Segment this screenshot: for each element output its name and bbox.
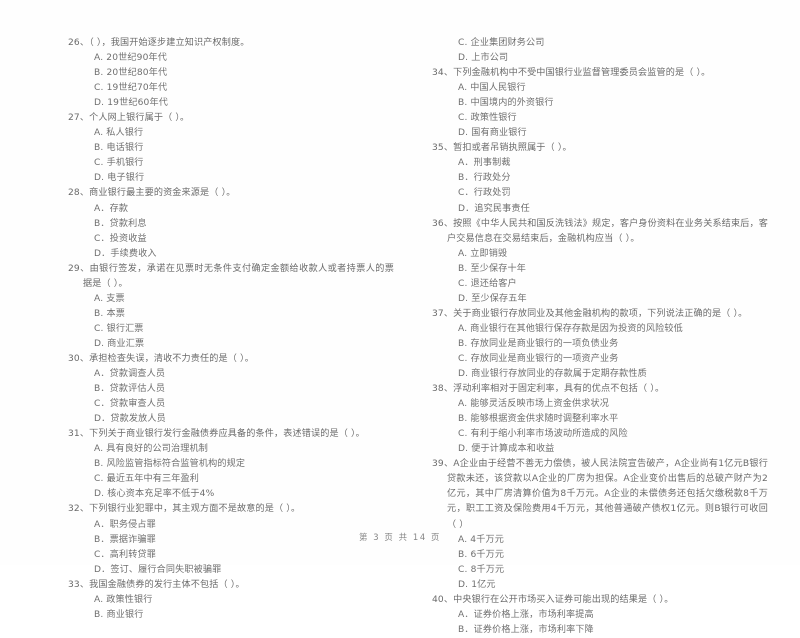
right-column: C. 企业集团财务公司 D. 上市公司 34、下列金融机构中不受中国银行业监督管… bbox=[400, 36, 800, 635]
question-option[interactable]: B. 本票 bbox=[68, 307, 394, 322]
question-option[interactable]: D. 便于计算成本和收益 bbox=[432, 442, 768, 457]
question-option[interactable]: D．贷款发放人员 bbox=[68, 412, 394, 427]
question-option[interactable]: A. 私人银行 bbox=[68, 126, 394, 141]
question-option[interactable]: B．行政处分 bbox=[432, 171, 768, 186]
question-stem: 26、（ ），我国开始逐步建立知识产权制度。 bbox=[68, 38, 250, 48]
question-option[interactable]: A．刑事制裁 bbox=[432, 156, 768, 171]
question-option[interactable]: B. 存放同业是商业银行的一项负债业务 bbox=[432, 337, 768, 352]
question-stem: 36、按照《中华人民共和国反洗钱法》规定，客户身份资料在业务关系结束后，客户交易… bbox=[432, 218, 768, 244]
question-option[interactable]: C. 19世纪70年代 bbox=[68, 81, 394, 96]
question-option[interactable]: D. 上市公司 bbox=[432, 51, 768, 66]
question-option[interactable]: C. 存放同业是商业银行的一项资产业务 bbox=[432, 352, 768, 367]
question-option[interactable]: D．手续费收入 bbox=[68, 247, 394, 262]
question-option[interactable]: C. 银行汇票 bbox=[68, 322, 394, 337]
question-option[interactable]: A．贷款调查人员 bbox=[68, 367, 394, 382]
question-block: 27、个人网上银行属于（ ）。 A. 私人银行 B. 电话银行 C. 手机银行 … bbox=[68, 111, 394, 186]
question-option[interactable]: D. 国有商业银行 bbox=[432, 126, 768, 141]
question-option[interactable]: C. 最近五年中有三年盈利 bbox=[68, 472, 394, 487]
question-option[interactable]: B．贷款利息 bbox=[68, 217, 394, 232]
scanned-page: 26、（ ），我国开始逐步建立知识产权制度。 A. 20世纪90年代 B. 20… bbox=[0, 0, 800, 635]
question-block: 31、下列关于商业银行发行金融债券应具备的条件，表述错误的是（ ）。 A. 具有… bbox=[68, 427, 394, 502]
question-option[interactable]: C．投资收益 bbox=[68, 232, 394, 247]
question-block: 38、浮动利率相对于固定利率，具有的优点不包括（ ）。 A. 能够灵活反映市场上… bbox=[432, 382, 768, 457]
question-stem: 27、个人网上银行属于（ ）。 bbox=[68, 113, 190, 124]
question-option[interactable]: B. 风险监管指标符合监管机构的规定 bbox=[68, 457, 394, 472]
question-stem: 32、下列银行业犯罪中，其主观方面不是故意的是（ ）。 bbox=[68, 504, 301, 515]
question-option[interactable]: A. 商业银行在其他银行保存存款是因为投资的风险较低 bbox=[432, 322, 768, 337]
question-option[interactable]: B. 电话银行 bbox=[68, 141, 394, 156]
question-block: 29、由银行签发，承诺在见票时无条件支付确定金额给收款人或者持票人的票据是（ ）… bbox=[68, 262, 394, 352]
question-block: 39、A企业由于经营不善无力偿债，被人民法院宣告破产，A企业尚有1亿元B银行贷款… bbox=[432, 457, 768, 592]
question-block: 26、（ ），我国开始逐步建立知识产权制度。 A. 20世纪90年代 B. 20… bbox=[68, 36, 394, 111]
question-option[interactable]: D. 电子银行 bbox=[68, 171, 394, 186]
question-block: 40、中央银行在公开市场买入证券可能出现的结果是（ ）。 A．证券价格上涨，市场… bbox=[432, 593, 768, 638]
question-stem: 29、由银行签发，承诺在见票时无条件支付确定金额给收款人或者持票人的票据是（ ）… bbox=[68, 263, 394, 289]
question-option[interactable]: A. 政策性银行 bbox=[68, 593, 394, 608]
question-option[interactable]: B. 6千万元 bbox=[432, 548, 768, 563]
question-option[interactable]: C. 政策性银行 bbox=[432, 111, 768, 126]
question-block: 33、我国金融债券的发行主体不包括（ ）。 A. 政策性银行 B. 商业银行 bbox=[68, 578, 394, 623]
question-option[interactable]: B. 中国境内的外资银行 bbox=[432, 96, 768, 111]
question-block: 35、暂扣或者吊销执照属于（ ）。 A．刑事制裁 B．行政处分 C．行政处罚 D… bbox=[432, 141, 768, 216]
question-option[interactable]: B. 商业银行 bbox=[68, 608, 394, 623]
question-stem: 33、我国金融债券的发行主体不包括（ ）。 bbox=[68, 579, 245, 590]
question-block: 28、商业银行最主要的资金来源是（ ）。 A．存款 B．贷款利息 C．投资收益 … bbox=[68, 186, 394, 261]
question-stem: 37、关于商业银行存放同业及其他金融机构的款项，下列说法正确的是（ ）。 bbox=[432, 308, 748, 319]
question-stem: 28、商业银行最主要的资金来源是（ ）。 bbox=[68, 188, 236, 199]
question-option[interactable]: D. 商业汇票 bbox=[68, 337, 394, 352]
question-option[interactable]: A．存款 bbox=[68, 202, 394, 217]
question-block-continuation: C. 企业集团财务公司 D. 上市公司 bbox=[432, 36, 768, 66]
question-option[interactable]: D. 1亿元 bbox=[432, 578, 768, 593]
question-option[interactable]: D. 商业银行存放同业的存款属于定期存款性质 bbox=[432, 367, 768, 382]
question-option[interactable]: B. 至少保存十年 bbox=[432, 262, 768, 277]
question-option[interactable]: C．行政处罚 bbox=[432, 186, 768, 201]
question-option[interactable]: D. 核心资本充足率不低于4% bbox=[68, 487, 394, 502]
question-option[interactable]: C. 退还给客户 bbox=[432, 277, 768, 292]
question-stem: 40、中央银行在公开市场买入证券可能出现的结果是（ ）。 bbox=[432, 594, 674, 605]
question-option[interactable]: A. 20世纪90年代 bbox=[68, 51, 394, 66]
question-block: 34、下列金融机构中不受中国银行业监督管理委员会监管的是（ ）。 A. 中国人民… bbox=[432, 66, 768, 141]
question-stem: 39、A企业由于经营不善无力偿债，被人民法院宣告破产，A企业尚有1亿元B银行贷款… bbox=[432, 459, 768, 530]
question-block: 36、按照《中华人民共和国反洗钱法》规定，客户身份资料在业务关系结束后，客户交易… bbox=[432, 217, 768, 307]
question-option[interactable]: B. 20世纪80年代 bbox=[68, 66, 394, 81]
question-option[interactable]: D. 19世纪60年代 bbox=[68, 96, 394, 111]
question-stem: 38、浮动利率相对于固定利率，具有的优点不包括（ ）。 bbox=[432, 384, 665, 395]
question-option[interactable]: C. 有利于缩小利率市场波动所造成的风险 bbox=[432, 427, 768, 442]
question-option[interactable]: A. 中国人民银行 bbox=[432, 81, 768, 96]
question-stem: 35、暂扣或者吊销执照属于（ ）。 bbox=[432, 143, 572, 154]
question-block: 30、承担检查失误，清收不力责任的是（ ）。 A．贷款调查人员 B．贷款评估人员… bbox=[68, 352, 394, 427]
question-option[interactable]: C．贷款审查人员 bbox=[68, 397, 394, 412]
left-column: 26、（ ），我国开始逐步建立知识产权制度。 A. 20世纪90年代 B. 20… bbox=[0, 36, 400, 620]
question-stem: 30、承担检查失误，清收不力责任的是（ ）。 bbox=[68, 353, 254, 364]
question-option[interactable]: C. 企业集团财务公司 bbox=[432, 36, 768, 51]
question-block: 37、关于商业银行存放同业及其他金融机构的款项，下列说法正确的是（ ）。 A. … bbox=[432, 307, 768, 382]
question-option[interactable]: B. 能够根据资金供求随时调整利率水平 bbox=[432, 412, 768, 427]
question-option[interactable]: C. 手机银行 bbox=[68, 156, 394, 171]
question-columns: 26、（ ），我国开始逐步建立知识产权制度。 A. 20世纪90年代 B. 20… bbox=[0, 36, 800, 635]
page-footer: 第 3 页 共 14 页 bbox=[359, 532, 441, 542]
question-option[interactable]: A. 具有良好的公司治理机制 bbox=[68, 442, 394, 457]
question-option[interactable]: B．证券价格上涨，市场利率下降 bbox=[432, 623, 768, 638]
question-option[interactable]: D．追究民事责任 bbox=[432, 202, 768, 217]
question-option[interactable]: B．贷款评估人员 bbox=[68, 382, 394, 397]
question-stem: 31、下列关于商业银行发行金融债券应具备的条件，表述错误的是（ ）。 bbox=[68, 429, 365, 440]
question-option[interactable]: C．高利转贷罪 bbox=[68, 548, 394, 563]
question-option[interactable]: A. 能够灵活反映市场上资金供求状况 bbox=[432, 397, 768, 412]
question-option[interactable]: A．证券价格上涨，市场利率提高 bbox=[432, 608, 768, 623]
question-option[interactable]: D. 至少保存五年 bbox=[432, 292, 768, 307]
question-option[interactable]: A. 立即销毁 bbox=[432, 247, 768, 262]
question-stem: 34、下列金融机构中不受中国银行业监督管理委员会监管的是（ ）。 bbox=[432, 68, 711, 79]
question-option[interactable]: A. 支票 bbox=[68, 292, 394, 307]
